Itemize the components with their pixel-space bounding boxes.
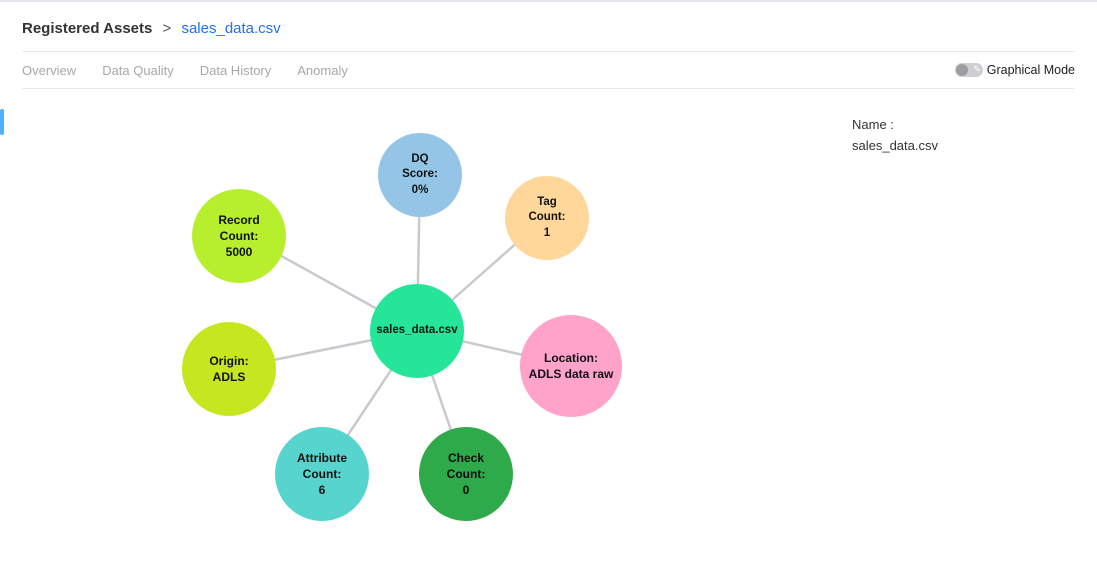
node-tag-count[interactable]: Tag Count: 1 — [505, 176, 589, 260]
node-tag-count-label: Tag Count: 1 — [522, 195, 571, 242]
asset-graph: sales_data.csv Record Count: 5000 DQ Sco… — [22, 89, 782, 549]
breadcrumb: Registered Assets > sales_data.csv — [22, 20, 1075, 37]
node-center[interactable]: sales_data.csv — [370, 284, 464, 378]
tab-anomaly[interactable]: Anomaly — [297, 63, 348, 78]
node-dq-score-label: DQ Score: 0% — [396, 152, 444, 199]
node-location[interactable]: Location: ADLS data raw — [520, 315, 622, 417]
node-attribute-count-label: Attribute Count: 6 — [291, 450, 353, 499]
node-dq-score[interactable]: DQ Score: 0% — [378, 133, 462, 217]
detail-panel: Name : sales_data.csv — [782, 89, 938, 549]
node-record-count[interactable]: Record Count: 5000 — [192, 189, 286, 283]
breadcrumb-root[interactable]: Registered Assets — [22, 20, 152, 37]
node-center-label: sales_data.csv — [370, 323, 463, 339]
breadcrumb-current[interactable]: sales_data.csv — [181, 20, 280, 37]
node-check-count[interactable]: Check Count: 0 — [419, 427, 513, 521]
node-origin[interactable]: Origin: ADLS — [182, 322, 276, 416]
breadcrumb-sep: > — [157, 20, 178, 37]
tab-overview[interactable]: Overview — [22, 63, 76, 78]
detail-name-value: sales_data.csv — [852, 138, 938, 153]
tab-data-quality[interactable]: Data Quality — [102, 63, 174, 78]
node-attribute-count[interactable]: Attribute Count: 6 — [275, 427, 369, 521]
node-origin-label: Origin: ADLS — [203, 353, 254, 385]
node-location-label: Location: ADLS data raw — [523, 350, 620, 382]
tab-bar: Overview Data Quality Data History Anoma… — [22, 51, 1075, 89]
node-record-count-label: Record Count: 5000 — [212, 212, 265, 261]
graphical-mode-label: Graphical Mode — [987, 63, 1075, 77]
node-check-count-label: Check Count: 0 — [441, 450, 492, 499]
switch-icon[interactable] — [955, 63, 983, 77]
detail-name-label: Name : — [852, 117, 938, 132]
active-page-marker — [0, 109, 4, 135]
tab-data-history[interactable]: Data History — [200, 63, 272, 78]
graphical-mode-toggle[interactable]: Graphical Mode — [955, 63, 1075, 77]
